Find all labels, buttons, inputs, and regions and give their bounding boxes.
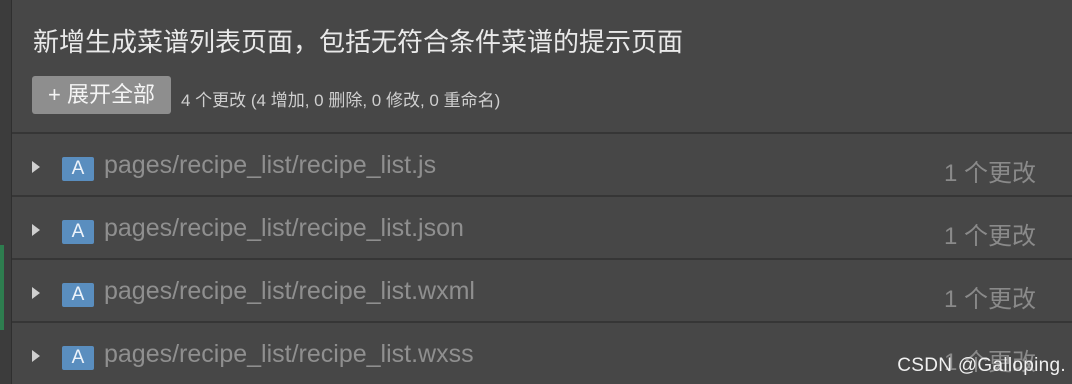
gutter-accent-bar (0, 245, 4, 330)
file-path: pages/recipe_list/recipe_list.wxml (104, 277, 475, 305)
chevron-right-icon[interactable] (32, 161, 40, 173)
file-row[interactable]: A pages/recipe_list/recipe_list.js 1 个更改 (12, 132, 1072, 195)
file-change-count: 1 个更改 (943, 223, 1036, 250)
file-change-count: 1 个更改 (943, 286, 1036, 313)
added-status-badge: A (62, 283, 94, 307)
chevron-right-icon[interactable] (32, 224, 40, 236)
added-status-badge: A (62, 220, 94, 244)
change-summary: 4 个更改 (4 增加, 0 删除, 0 修改, 0 重命名) (181, 91, 501, 110)
file-path: pages/recipe_list/recipe_list.wxss (104, 340, 474, 368)
added-status-badge: A (62, 346, 94, 370)
commit-header: 新增生成菜谱列表页面，包括无符合条件菜谱的提示页面 + 展开全部 4 个更改 (… (12, 0, 1072, 132)
file-row[interactable]: A pages/recipe_list/recipe_list.wxml 1 个… (12, 258, 1072, 321)
chevron-right-icon[interactable] (32, 287, 40, 299)
csdn-watermark: CSDN @Galloping. (897, 355, 1066, 376)
expand-all-button[interactable]: + 展开全部 (32, 76, 171, 114)
file-path: pages/recipe_list/recipe_list.js (104, 151, 437, 179)
chevron-right-icon[interactable] (32, 350, 40, 362)
added-status-badge: A (62, 157, 94, 181)
commit-title: 新增生成菜谱列表页面，包括无符合条件菜谱的提示页面 (33, 27, 684, 57)
changed-files-list: A pages/recipe_list/recipe_list.js 1 个更改… (12, 132, 1072, 384)
left-gutter (0, 0, 12, 384)
file-row[interactable]: A pages/recipe_list/recipe_list.json 1 个… (12, 195, 1072, 258)
commit-details-panel: 新增生成菜谱列表页面，包括无符合条件菜谱的提示页面 + 展开全部 4 个更改 (… (12, 0, 1072, 384)
file-change-count: 1 个更改 (943, 160, 1036, 187)
file-path: pages/recipe_list/recipe_list.json (104, 214, 464, 242)
